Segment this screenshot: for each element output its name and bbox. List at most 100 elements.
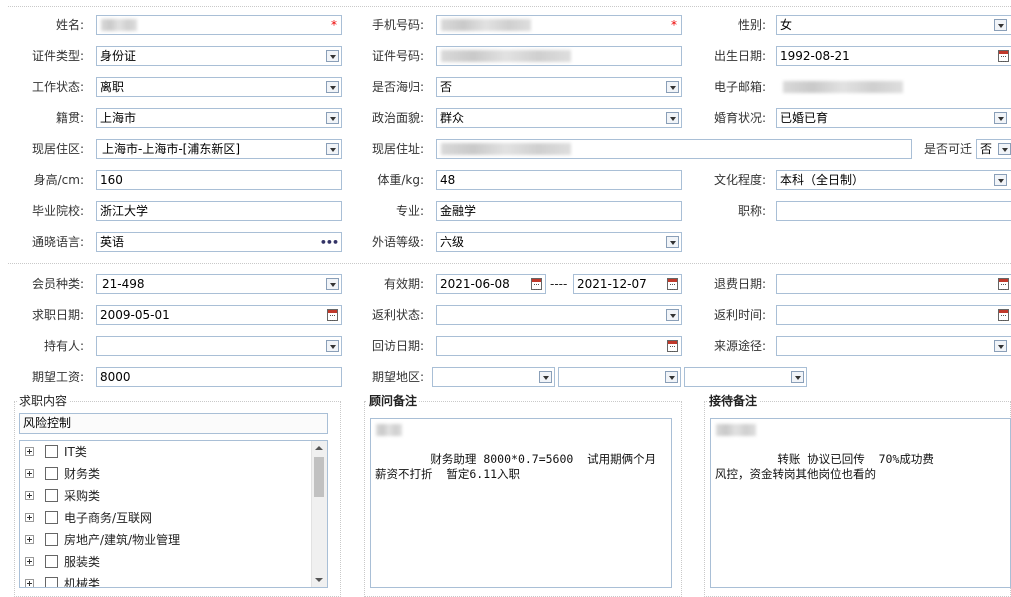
birth-calendar-icon[interactable] — [998, 50, 1009, 62]
name-input[interactable] — [96, 15, 342, 35]
expand-icon[interactable] — [25, 469, 34, 478]
region-district-dropdown-icon[interactable] — [791, 371, 804, 383]
height-input[interactable]: 160 — [96, 170, 342, 190]
address-input[interactable] — [436, 139, 912, 159]
major-input[interactable]: 金融学 — [436, 201, 682, 221]
lang-level-dropdown-icon[interactable] — [666, 236, 679, 248]
scroll-thumb[interactable] — [314, 457, 324, 497]
holder-dropdown-icon[interactable] — [326, 340, 339, 352]
expand-icon[interactable] — [25, 557, 34, 566]
expand-icon[interactable] — [25, 447, 34, 456]
source-dropdown-icon[interactable] — [994, 340, 1007, 352]
visit-date-calendar-icon[interactable] — [667, 340, 678, 352]
refund-date-calendar-icon[interactable] — [998, 278, 1009, 290]
residence-area-dropdown-icon[interactable] — [326, 143, 339, 155]
valid-to-calendar-icon[interactable] — [667, 278, 678, 290]
overseas-value: 否 — [440, 80, 453, 94]
birth-label: 出生日期: — [713, 49, 766, 63]
salary-label: 期望工资: — [31, 370, 84, 384]
id-type-select[interactable]: 身份证 — [96, 46, 342, 66]
refund-date-label: 退费日期: — [713, 277, 766, 291]
relocate-select[interactable]: 否 — [976, 139, 1011, 159]
scroll-up-icon[interactable] — [312, 441, 326, 455]
checkbox[interactable] — [45, 577, 58, 587]
member-type-select[interactable]: 21-498 — [96, 274, 342, 294]
expand-icon[interactable] — [25, 579, 34, 587]
scroll-down-icon[interactable] — [312, 573, 326, 587]
gender-label: 性别: — [737, 18, 766, 32]
native-dropdown-icon[interactable] — [326, 112, 339, 124]
reception-notes-textarea[interactable]: 转账 协议已回传 70%成功费 风控，资金转岗其他岗位也看的 — [710, 418, 1011, 588]
region-city-dropdown-icon[interactable] — [665, 371, 678, 383]
valid-from-calendar-icon[interactable] — [531, 278, 542, 290]
school-input[interactable]: 浙江大学 — [96, 201, 342, 221]
checkbox[interactable] — [45, 533, 58, 546]
job-date-calendar-icon[interactable] — [327, 309, 338, 321]
member-type-dropdown-icon[interactable] — [326, 278, 339, 290]
region-district-select[interactable] — [684, 367, 807, 387]
residence-area-select[interactable]: 上海市-上海市-[浦东新区] — [96, 139, 342, 159]
valid-from-input[interactable]: 2021-06-08 — [436, 274, 546, 294]
id-no-input[interactable] — [436, 46, 682, 66]
rebate-time-calendar-icon[interactable] — [998, 309, 1009, 321]
advisor-notes-legend: 顾问备注 — [367, 394, 420, 408]
redacted-phone — [441, 19, 531, 31]
checkbox[interactable] — [45, 511, 58, 524]
work-status-dropdown-icon[interactable] — [326, 81, 339, 93]
education-dropdown-icon[interactable] — [994, 174, 1007, 186]
relocate-dropdown-icon[interactable] — [998, 143, 1011, 155]
tree-item-label: 电子商务/互联网 — [64, 511, 153, 525]
weight-input[interactable]: 48 — [436, 170, 682, 190]
lang-level-select[interactable]: 六级 — [436, 232, 682, 252]
rebate-status-dropdown-icon[interactable] — [666, 309, 679, 321]
job-date-input[interactable]: 2009-05-01 — [96, 305, 342, 325]
region-city-select[interactable] — [558, 367, 681, 387]
refund-date-input[interactable] — [776, 274, 1011, 294]
advisor-notes-textarea[interactable]: 财务助理 8000*0.7=5600 试用期俩个月 薪资不打折 暂定6.11入职 — [370, 418, 672, 588]
language-input[interactable]: 英语 ••• — [96, 232, 342, 252]
political-select[interactable]: 群众 — [436, 108, 682, 128]
gender-select[interactable]: 女 — [776, 15, 1011, 35]
overseas-dropdown-icon[interactable] — [666, 81, 679, 93]
native-select[interactable]: 上海市 — [96, 108, 342, 128]
overseas-select[interactable]: 否 — [436, 77, 682, 97]
salary-input[interactable]: 8000 — [96, 367, 342, 387]
birth-date-input[interactable]: 1992-08-21 — [776, 46, 1011, 66]
holder-label: 持有人: — [43, 339, 84, 353]
checkbox[interactable] — [45, 445, 58, 458]
phone-input[interactable] — [436, 15, 682, 35]
marital-dropdown-icon[interactable] — [994, 112, 1007, 124]
marital-select[interactable]: 已婚已育 — [776, 108, 1011, 128]
address-label: 现居住址: — [371, 142, 424, 156]
education-select[interactable]: 本科（全日制） — [776, 170, 1011, 190]
title-input[interactable] — [776, 201, 1011, 221]
checkbox[interactable] — [45, 555, 58, 568]
language-more-button[interactable]: ••• — [320, 237, 339, 249]
expand-icon[interactable] — [25, 491, 34, 500]
region-province-select[interactable] — [432, 367, 555, 387]
expand-icon[interactable] — [25, 513, 34, 522]
political-dropdown-icon[interactable] — [666, 112, 679, 124]
holder-select[interactable] — [96, 336, 342, 356]
tree-item-label: 采购类 — [64, 489, 101, 503]
id-type-dropdown-icon[interactable] — [326, 50, 339, 62]
expand-icon[interactable] — [25, 535, 34, 544]
work-status-label: 工作状态: — [31, 80, 84, 94]
tree-scrollbar[interactable] — [311, 441, 327, 587]
redacted-advisor-name — [376, 424, 402, 436]
work-status-select[interactable]: 离职 — [96, 77, 342, 97]
member-type-label: 会员种类: — [31, 277, 84, 291]
language-value: 英语 — [100, 235, 125, 249]
rebate-time-input[interactable] — [776, 305, 1011, 325]
source-select[interactable] — [776, 336, 1011, 356]
visit-date-input[interactable] — [436, 336, 682, 356]
marital-value: 已婚已育 — [780, 111, 829, 125]
gender-dropdown-icon[interactable] — [994, 19, 1007, 31]
region-province-dropdown-icon[interactable] — [539, 371, 552, 383]
checkbox[interactable] — [45, 489, 58, 502]
email-input[interactable] — [776, 77, 1011, 97]
valid-to-input[interactable]: 2021-12-07 — [573, 274, 682, 294]
checkbox[interactable] — [45, 467, 58, 480]
job-content-selected-input[interactable]: 风险控制 — [19, 413, 328, 434]
rebate-status-select[interactable] — [436, 305, 682, 325]
